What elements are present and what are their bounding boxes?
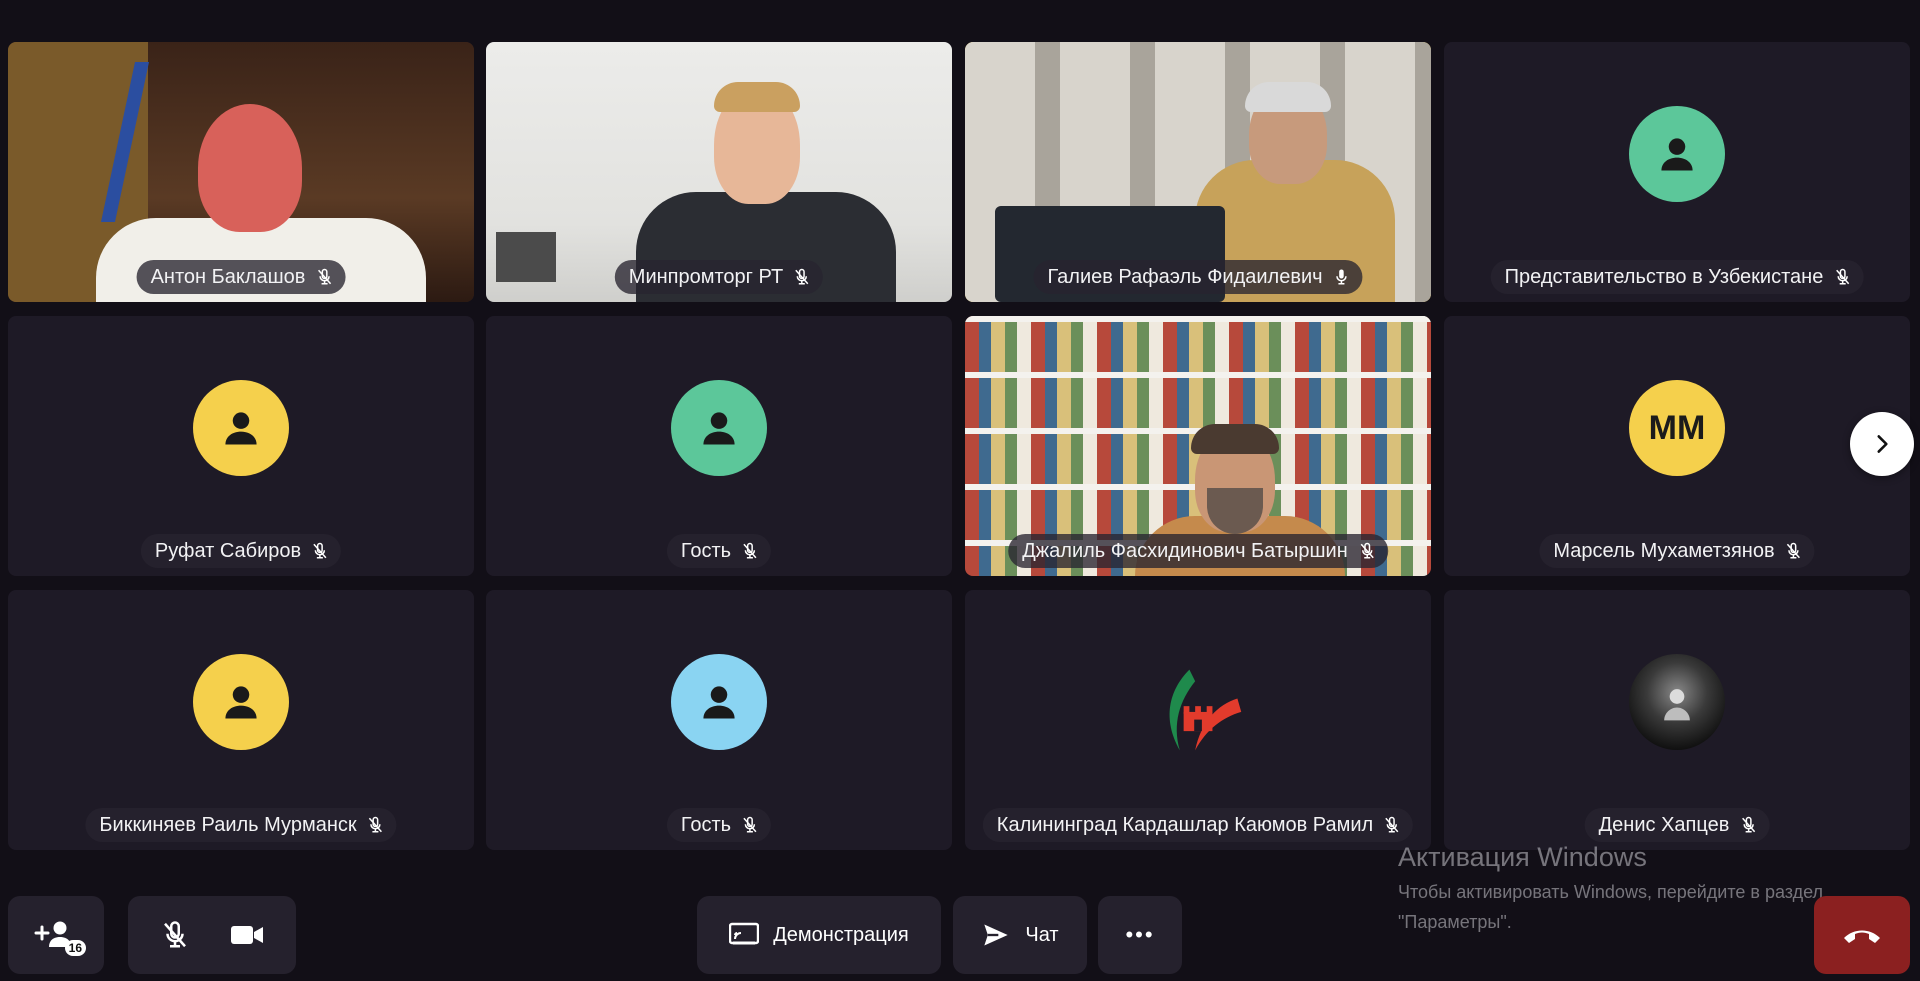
mic-off-icon xyxy=(795,268,809,285)
screen-share-label: Демонстрация xyxy=(773,923,909,946)
watermark-text: Чтобы активировать Windows, перейдите в … xyxy=(1398,882,1824,932)
avatar xyxy=(193,380,289,476)
participant-tile[interactable]: Денис Хапцев xyxy=(1444,590,1910,850)
participant-tile[interactable]: Антон Баклашов xyxy=(8,42,474,302)
mic-off-icon xyxy=(1385,816,1399,833)
participants-count-badge: 16 xyxy=(64,940,86,956)
camera-icon xyxy=(231,926,263,944)
participant-tile[interactable]: Минпромторг РТ xyxy=(486,42,952,302)
chat-button[interactable]: Чат xyxy=(953,896,1087,974)
end-call-button[interactable] xyxy=(1814,896,1910,974)
more-icon: ••• xyxy=(1125,922,1155,947)
watermark-title: Активация Windows xyxy=(1398,842,1647,872)
chevron-right-icon xyxy=(1877,435,1888,453)
avatar xyxy=(671,654,767,750)
kardashlar-logo-icon xyxy=(1169,669,1242,751)
mic-off-icon xyxy=(317,268,331,285)
participant-tile[interactable]: Джалиль Фасхидинович Батыршин xyxy=(965,316,1431,576)
participant-tile[interactable]: Гость xyxy=(486,590,952,850)
mic-off-icon xyxy=(1741,816,1755,833)
participant-name-tag: Джалиль Фасхидинович Батыршин xyxy=(1008,534,1388,568)
mic-off-icon xyxy=(1360,542,1374,559)
participant-name-tag: Представительство в Узбекистане xyxy=(1490,260,1864,294)
next-page-button[interactable] xyxy=(1850,412,1914,476)
participant-tile[interactable]: Биккиняев Раиль Мурманск xyxy=(8,590,474,850)
mic-off-icon xyxy=(743,542,757,559)
mic-off-icon xyxy=(313,542,327,559)
participant-tile[interactable]: Представительство в Узбекистане xyxy=(1444,42,1910,302)
person-photo-icon xyxy=(1664,689,1690,721)
mic-off-icon xyxy=(1787,542,1801,559)
mic-toggle-button[interactable] xyxy=(160,919,190,951)
participant-tile[interactable]: Калининград Кардашлар Каюмов Рамил xyxy=(965,590,1431,850)
user-icon xyxy=(703,412,735,445)
participant-name-tag: Гость xyxy=(666,808,772,842)
more-options-button[interactable]: ••• xyxy=(1098,896,1182,974)
participant-name-tag: Руфат Сабиров xyxy=(140,534,342,568)
send-icon xyxy=(984,924,1009,946)
participant-name-tag: Денис Хапцев xyxy=(1584,808,1770,842)
participant-tile-active-speaker[interactable]: Галиев Рафаэль Фидаилевич xyxy=(965,42,1431,302)
participant-name-tag: Калининград Кардашлар Каюмов Рамил xyxy=(982,808,1414,842)
participant-name-tag: Марсель Мухаметзянов xyxy=(1539,534,1815,568)
participant-name-tag: Антон Баклашов xyxy=(136,260,346,294)
participant-name-tag: Гость xyxy=(666,534,772,568)
mic-icon xyxy=(1336,269,1347,285)
participant-name-tag: Галиев Рафаэль Фидаилевич xyxy=(1033,260,1363,294)
participant-tile[interactable]: Руфат Сабиров xyxy=(8,316,474,576)
hang-up-icon xyxy=(1844,930,1880,943)
chat-label: Чат xyxy=(1025,923,1059,946)
avatar xyxy=(193,654,289,750)
avatar xyxy=(671,380,767,476)
user-icon xyxy=(225,412,257,445)
video-conference: Антон Баклашов Минпромторг РТ Галиев Раф… xyxy=(0,0,1920,981)
screen-share-icon xyxy=(729,922,760,945)
participant-name-tag: Минпромторг РТ xyxy=(614,260,824,294)
screen-share-button[interactable]: Демонстрация xyxy=(697,896,941,974)
photo-avatar xyxy=(1629,654,1725,750)
participant-tile[interactable]: ММ Марсель Мухаметзянов xyxy=(1444,316,1910,576)
user-icon xyxy=(703,686,735,719)
mic-off-icon xyxy=(369,816,383,833)
mic-off-icon xyxy=(743,816,757,833)
mic-off-icon xyxy=(1835,268,1849,285)
avatar-initials: ММ xyxy=(1629,380,1725,476)
camera-toggle-button[interactable] xyxy=(230,921,264,949)
participant-tile[interactable]: Гость xyxy=(486,316,952,576)
participants-button[interactable]: 16 xyxy=(8,896,104,974)
participant-name-tag: Биккиняев Раиль Мурманск xyxy=(85,808,397,842)
user-icon xyxy=(225,686,257,719)
media-controls xyxy=(128,896,296,974)
avatar xyxy=(1629,106,1725,202)
windows-activation-watermark: Активация Windows Чтобы активировать Win… xyxy=(1398,842,1848,937)
mic-off-icon xyxy=(164,921,186,948)
user-icon xyxy=(1661,138,1693,171)
